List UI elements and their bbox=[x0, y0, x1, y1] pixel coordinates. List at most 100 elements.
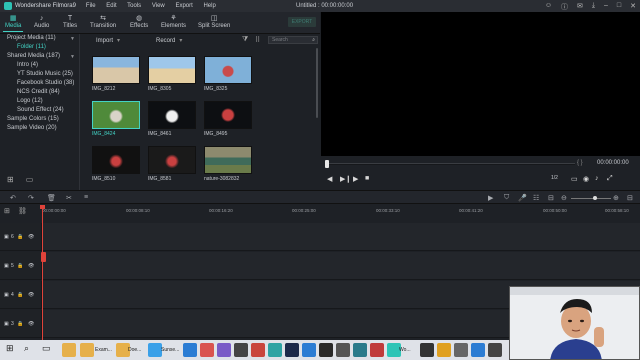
adjust-icon[interactable]: ≡ bbox=[84, 194, 88, 201]
lock-icon[interactable]: 🔒 bbox=[17, 321, 23, 327]
tab-titles[interactable]: T Titles bbox=[63, 15, 77, 29]
sidebar-item-yt-studio-music[interactable]: YT Studio Music (25) bbox=[17, 70, 73, 79]
fullscreen-icon[interactable]: ▭ bbox=[571, 175, 578, 183]
app-icon[interactable] bbox=[319, 343, 333, 357]
task-view-icon[interactable]: ▭ bbox=[42, 343, 56, 357]
link-icon[interactable]: ⛓ bbox=[18, 207, 27, 215]
tab-transition[interactable]: ⇆ Transition bbox=[90, 15, 116, 29]
app-icon[interactable] bbox=[183, 343, 197, 357]
volume-icon[interactable]: ♪ bbox=[595, 175, 599, 182]
mixer-icon[interactable]: ☷ bbox=[533, 194, 539, 202]
menu-edit[interactable]: Edit bbox=[106, 3, 116, 9]
menu-help[interactable]: Help bbox=[203, 3, 215, 9]
eye-icon[interactable]: 👁 bbox=[28, 321, 34, 327]
tab-elements[interactable]: ⚘ Elements bbox=[161, 15, 186, 29]
menu-view[interactable]: View bbox=[152, 3, 165, 9]
grid-view-icon[interactable]: ⠿ bbox=[255, 36, 260, 44]
app-icon[interactable] bbox=[353, 343, 367, 357]
eye-icon[interactable]: 👁 bbox=[28, 234, 34, 240]
media-thumbnail-img-8581[interactable] bbox=[148, 146, 196, 174]
timeline-track[interactable]: ▣ 5 🔒 👁 bbox=[0, 252, 640, 280]
timeline-ruler[interactable]: ⊞ ⛓ 00:00:00:00 00:00:08:10 00:00:16:20 … bbox=[0, 204, 640, 218]
app-icon[interactable] bbox=[336, 343, 350, 357]
app-icon[interactable] bbox=[217, 343, 231, 357]
redo-icon[interactable]: ↷ bbox=[28, 194, 34, 202]
new-folder-icon[interactable]: ⊞ bbox=[7, 175, 14, 184]
word-icon[interactable] bbox=[302, 343, 316, 357]
app-icon[interactable] bbox=[370, 343, 384, 357]
app-icon[interactable] bbox=[471, 343, 485, 357]
windows-start-icon[interactable]: ⊞ bbox=[6, 343, 20, 357]
chrome-icon[interactable] bbox=[148, 343, 162, 357]
play-pause-icon[interactable]: ▶❙ bbox=[340, 175, 351, 183]
chevron-down-icon[interactable]: ▼ bbox=[70, 54, 75, 60]
lock-icon[interactable]: 🔒 bbox=[17, 234, 23, 240]
cut-icon[interactable]: ✂ bbox=[66, 194, 72, 202]
media-thumbnail-img-8212[interactable] bbox=[92, 56, 140, 84]
sidebar-item-intro[interactable]: Intro (4) bbox=[17, 61, 38, 70]
sidebar-item-logo[interactable]: Logo (12) bbox=[17, 97, 43, 106]
previous-frame-icon[interactable]: ◀ bbox=[327, 175, 332, 183]
file-explorer-icon[interactable] bbox=[62, 343, 76, 357]
preview-scrubber[interactable] bbox=[327, 163, 575, 165]
filter-icon[interactable]: ⧩ bbox=[242, 36, 248, 44]
sidebar-item-sample-video[interactable]: Sample Video (20) bbox=[7, 124, 57, 133]
menu-tools[interactable]: Tools bbox=[127, 3, 141, 9]
render-icon[interactable]: ▶ bbox=[488, 194, 493, 202]
media-thumbnail-nature-3082832[interactable] bbox=[204, 146, 252, 174]
menu-file[interactable]: File bbox=[86, 3, 96, 9]
media-thumbnail-img-8325[interactable] bbox=[204, 56, 252, 84]
expand-icon[interactable]: ⤢ bbox=[607, 175, 613, 183]
snapshot-icon[interactable]: ◉ bbox=[583, 175, 589, 183]
track-lock-icon[interactable]: ▣ bbox=[4, 292, 9, 298]
delete-icon[interactable]: 🗑 bbox=[47, 194, 56, 202]
microphone-icon[interactable]: 🎤 bbox=[518, 194, 527, 202]
photoshop-icon[interactable] bbox=[285, 343, 299, 357]
sidebar-item-ncs-credit[interactable]: NCS Credit (84) bbox=[17, 88, 60, 97]
media-thumbnail-img-8305[interactable] bbox=[148, 56, 196, 84]
eye-icon[interactable]: 👁 bbox=[28, 263, 34, 269]
zoom-out-icon[interactable]: ⊖ bbox=[561, 194, 567, 202]
track-lock-icon[interactable]: ▣ bbox=[4, 263, 9, 269]
app-icon[interactable] bbox=[420, 343, 434, 357]
minimize-icon[interactable]: – bbox=[604, 2, 608, 12]
app-icon[interactable] bbox=[454, 343, 468, 357]
account-icon[interactable]: ☺ bbox=[545, 2, 552, 12]
lock-icon[interactable]: 🔒 bbox=[17, 263, 23, 269]
app-icon[interactable] bbox=[437, 343, 451, 357]
browser-scrollbar[interactable] bbox=[316, 48, 318, 118]
download-icon[interactable]: ⤓ bbox=[592, 2, 595, 12]
tab-media[interactable]: ▦ Media bbox=[2, 15, 24, 32]
undo-icon[interactable]: ↶ bbox=[10, 194, 16, 202]
app-icon[interactable] bbox=[251, 343, 265, 357]
track-lock-icon[interactable]: ▣ bbox=[4, 234, 9, 240]
import-dropdown[interactable]: Import ▾ bbox=[96, 37, 140, 44]
sidebar-item-folder[interactable]: Folder (11) bbox=[17, 43, 46, 52]
lock-icon[interactable]: 🔒 bbox=[17, 292, 23, 298]
menu-export[interactable]: Export bbox=[175, 3, 192, 9]
search-input[interactable]: Search ⌕ bbox=[268, 36, 318, 44]
eye-icon[interactable]: 👁 bbox=[28, 292, 34, 298]
snap-icon[interactable]: ⊟ bbox=[548, 194, 554, 202]
sidebar-item-facebook-studio[interactable]: Facebook Studio (38) bbox=[17, 79, 74, 88]
zoom-slider[interactable] bbox=[571, 196, 611, 200]
chevron-down-icon[interactable]: ▼ bbox=[70, 36, 75, 42]
tab-split-screen[interactable]: ◫ Split Screen bbox=[198, 15, 230, 29]
folder-icon[interactable]: ▭ bbox=[26, 175, 34, 184]
app-icon[interactable] bbox=[488, 343, 502, 357]
media-thumbnail-img-8495[interactable] bbox=[204, 101, 252, 129]
tab-audio[interactable]: ♪ Audio bbox=[34, 15, 49, 29]
export-button[interactable]: EXPORT bbox=[288, 17, 316, 27]
add-track-icon[interactable]: ⊞ bbox=[4, 207, 10, 215]
sidebar-item-shared-media[interactable]: Shared Media (187) bbox=[7, 52, 60, 61]
maximize-icon[interactable]: □ bbox=[617, 2, 621, 12]
playhead[interactable] bbox=[40, 205, 45, 340]
zoom-fit-icon[interactable]: ⊟ bbox=[627, 194, 633, 202]
zoom-slider-handle[interactable] bbox=[593, 196, 597, 200]
track-lock-icon[interactable]: ▣ bbox=[4, 321, 9, 327]
media-thumbnail-img-8461[interactable] bbox=[148, 101, 196, 129]
sidebar-item-project-media[interactable]: Project Media (11) bbox=[7, 34, 56, 43]
mark-in-out-icon[interactable]: { } bbox=[577, 160, 583, 166]
media-thumbnail-img-8510[interactable] bbox=[92, 146, 140, 174]
sidebar-item-sound-effect[interactable]: Sound Effect (24) bbox=[17, 106, 64, 115]
